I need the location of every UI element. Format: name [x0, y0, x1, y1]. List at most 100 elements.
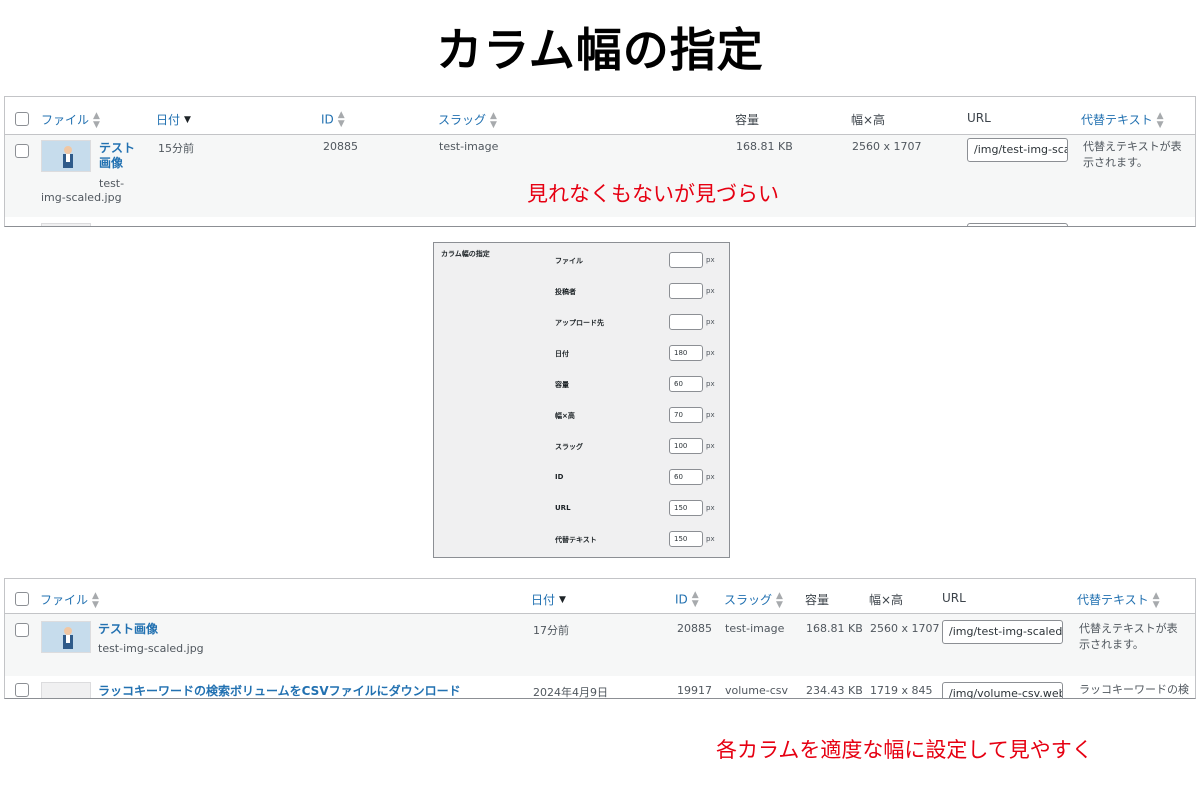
- row-checkbox[interactable]: [15, 623, 29, 637]
- sort-icon: ▲ ▼: [92, 590, 99, 610]
- width-input-dimensions[interactable]: 70: [669, 407, 703, 423]
- sort-icon: ▲ ▼: [93, 110, 100, 130]
- setting-label-date: 日付: [555, 350, 569, 358]
- url-field[interactable]: /img/volume-csv.web: [942, 682, 1063, 698]
- cell-id: 20885: [323, 140, 358, 153]
- image-thumbnail[interactable]: [41, 140, 91, 172]
- media-title-link[interactable]: ラッコキーワードの検索ボリュームをCSVファイルにダウンロード: [98, 682, 461, 698]
- column-header-slug[interactable]: スラッグ ▲ ▼: [438, 111, 497, 130]
- cell-dimensions: 2560 x 1707: [852, 140, 922, 153]
- cell-slug: volume-csv: [725, 684, 789, 697]
- cell-date: 2024年4月9日: [533, 686, 608, 699]
- cell-date: 15分前: [158, 142, 194, 155]
- sort-icon: ▲ ▼: [1152, 590, 1160, 610]
- cell-size: 168.81 KB: [806, 622, 863, 635]
- unit-label: px: [706, 473, 715, 481]
- table-header: ファイル ▲ ▼ 日付 ▼ ID ▲ ▼ スラッグ ▲ ▼ 容量 幅×高 URL 代替テキスト…: [5, 579, 1195, 614]
- setting-label-url: URL: [555, 504, 571, 512]
- select-all-checkbox[interactable]: [15, 592, 29, 606]
- cell-slug: test-image: [725, 622, 785, 635]
- setting-label-dimensions: 幅×高: [555, 412, 575, 420]
- unit-label: px: [706, 318, 715, 326]
- column-header-size: 容量: [805, 593, 830, 607]
- setting-label-author: 投稿者: [555, 288, 576, 296]
- image-thumbnail[interactable]: [41, 621, 91, 653]
- setting-label-upload-to: アップロード先: [555, 319, 604, 327]
- select-all-checkbox[interactable]: [15, 112, 29, 126]
- unit-label: px: [706, 349, 715, 357]
- media-list-table-after: ファイル ▲ ▼ 日付 ▼ ID ▲ ▼ スラッグ ▲ ▼ 容量 幅×高 URL 代替テキスト…: [4, 578, 1196, 699]
- table-header: ファイル ▲ ▼ 日付 ▼ ID ▲ ▼ スラッグ ▲ ▼ 容量 幅×高 URL 代替テキスト…: [5, 97, 1195, 135]
- width-input-alt-text[interactable]: 150: [669, 531, 703, 547]
- media-filename: test-: [99, 177, 125, 190]
- column-header-url: URL: [967, 111, 991, 125]
- table-row: テスト画像 test-img-scaled.jpg 17分前 20885 tes…: [5, 614, 1195, 676]
- column-header-slug[interactable]: スラッグ ▲ ▼: [724, 591, 783, 610]
- cell-date: 17分前: [533, 624, 569, 637]
- unit-label: px: [706, 256, 715, 264]
- cell-dimensions: 1719 x 845: [870, 684, 933, 697]
- width-input-url[interactable]: 150: [669, 500, 703, 516]
- unit-label: px: [706, 380, 715, 388]
- sort-desc-icon: ▼: [184, 115, 191, 125]
- unit-label: px: [706, 535, 715, 543]
- cell-alt-text: 代替えテキストが表 示されます。: [1083, 140, 1182, 169]
- width-input-author[interactable]: [669, 283, 703, 299]
- width-input-file[interactable]: [669, 252, 703, 268]
- setting-label-size: 容量: [555, 381, 569, 389]
- column-header-file[interactable]: ファイル ▲ ▼: [41, 111, 100, 130]
- sort-desc-icon: ▼: [559, 595, 566, 605]
- unit-label: px: [706, 442, 715, 450]
- width-input-date[interactable]: 180: [669, 345, 703, 361]
- setting-label-id: ID: [555, 473, 564, 481]
- column-header-url: URL: [942, 591, 966, 605]
- column-header-date[interactable]: 日付 ▼: [156, 111, 191, 128]
- setting-label-file: ファイル: [555, 257, 583, 265]
- width-input-id[interactable]: 60: [669, 469, 703, 485]
- media-title-link-line2[interactable]: 画像: [99, 154, 123, 171]
- sort-icon: ▲ ▼: [490, 110, 497, 130]
- column-header-size: 容量: [735, 113, 760, 127]
- table-row: [5, 217, 1195, 226]
- column-header-dimensions: 幅×高: [851, 113, 886, 127]
- column-header-alt-text[interactable]: 代替テキスト ▲ ▼: [1077, 591, 1160, 610]
- table-row: ラッコキーワードの検索ボリュームをCSVファイルにダウンロード 2024年4月9…: [5, 676, 1195, 699]
- column-header-file[interactable]: ファイル ▲ ▼: [40, 591, 99, 610]
- column-width-settings: カラム幅の指定 ファイル px 投稿者 px アップロード先 px 日付 180…: [433, 242, 730, 558]
- width-input-slug[interactable]: 100: [669, 438, 703, 454]
- sort-icon: ▲ ▼: [691, 590, 699, 609]
- column-header-alt-text[interactable]: 代替テキスト ▲ ▼: [1081, 111, 1164, 130]
- page-title: カラム幅の指定: [436, 23, 764, 77]
- cell-dimensions: 2560 x 1707: [870, 622, 940, 635]
- cell-alt-text: ラッコキーワードの検: [1079, 683, 1189, 696]
- cell-size: 168.81 KB: [736, 140, 793, 153]
- sort-icon: ▲ ▼: [1156, 110, 1164, 130]
- cell-alt-text: 代替えテキストが表 示されます。: [1079, 622, 1178, 651]
- column-header-dimensions: 幅×高: [869, 593, 904, 607]
- cell-id: 20885: [677, 622, 712, 635]
- unit-label: px: [706, 287, 715, 295]
- url-field[interactable]: [967, 223, 1068, 226]
- media-title-link[interactable]: テスト画像: [98, 620, 158, 637]
- sort-icon: ▲ ▼: [776, 590, 783, 610]
- column-header-id[interactable]: ID ▲ ▼: [321, 111, 345, 129]
- row-checkbox[interactable]: [15, 683, 29, 697]
- width-input-upload-to[interactable]: [669, 314, 703, 330]
- url-field[interactable]: /img/test-img-sca: [967, 138, 1068, 162]
- sort-icon: ▲ ▼: [337, 110, 345, 129]
- cell-slug: test-image: [439, 140, 499, 153]
- image-thumbnail[interactable]: [41, 223, 91, 226]
- annotation-easier-to-read: 各カラムを適度な幅に設定して見やすく: [716, 738, 1093, 762]
- setting-label-alt-text: 代替テキスト: [555, 536, 597, 544]
- unit-label: px: [706, 411, 715, 419]
- cell-id: 19917: [677, 684, 712, 697]
- column-header-date[interactable]: 日付 ▼: [531, 591, 566, 608]
- row-checkbox[interactable]: [15, 144, 29, 158]
- column-header-id[interactable]: ID ▲ ▼: [675, 591, 699, 609]
- url-field[interactable]: /img/test-img-scaled: [942, 620, 1063, 644]
- settings-title: カラム幅の指定: [441, 250, 490, 258]
- unit-label: px: [706, 504, 715, 512]
- image-thumbnail[interactable]: [41, 682, 91, 698]
- width-input-size[interactable]: 60: [669, 376, 703, 392]
- media-filename-line2: img-scaled.jpg: [41, 191, 122, 204]
